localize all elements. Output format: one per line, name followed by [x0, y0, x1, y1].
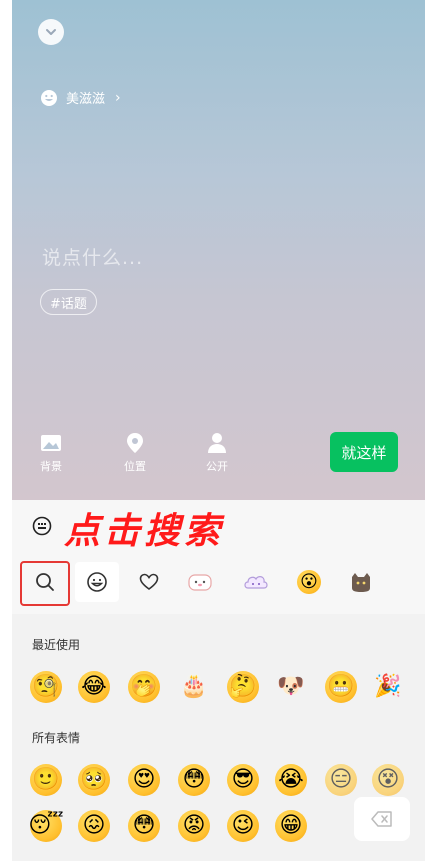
- sticker-cat-icon: [352, 573, 370, 592]
- post-text-input[interactable]: 说点什么...: [42, 243, 143, 270]
- mood-label: 美滋滋: [66, 92, 106, 107]
- heart-icon: [139, 573, 159, 590]
- backspace-icon: [371, 811, 392, 827]
- annotation-text: 点击搜索: [64, 511, 225, 552]
- emoji-all-10[interactable]: 😖: [78, 810, 110, 842]
- person-icon: [208, 433, 226, 453]
- visibility-button[interactable]: 公开: [206, 432, 228, 474]
- emoji-all-13[interactable]: 😉: [227, 810, 259, 842]
- emoji-all-8[interactable]: 😵: [372, 764, 404, 796]
- chevron-right-icon: ›: [115, 89, 121, 106]
- tab-sticker-emoji[interactable]: 😮: [287, 562, 331, 602]
- chevron-down-icon: [46, 29, 56, 35]
- location-pin-icon: [127, 433, 143, 453]
- tab-sticker-cloud[interactable]: [234, 562, 278, 602]
- image-icon: [41, 435, 61, 451]
- search-highlight-box: [20, 561, 70, 606]
- emoji-all-1[interactable]: 🙂: [30, 764, 62, 796]
- sticker-dog-icon: [188, 574, 212, 591]
- keyboard-icon[interactable]: [32, 516, 52, 536]
- emoji-recent-3[interactable]: 🤭: [128, 671, 160, 703]
- tab-sticker-dog[interactable]: [178, 562, 222, 602]
- tab-sticker-cat[interactable]: [339, 562, 383, 602]
- screen: 美滋滋 › 说点什么... #话题 背景 位置 公开 就这样 点击搜索 😮 最近…: [0, 0, 437, 861]
- location-button[interactable]: 位置: [124, 432, 146, 474]
- emoji-all-2[interactable]: 🥺: [78, 764, 110, 796]
- emoji-recent-8[interactable]: 🎉: [372, 671, 404, 703]
- background-label: 背景: [40, 460, 62, 473]
- tab-smileys[interactable]: [75, 562, 119, 602]
- recent-section-title: 最近使用: [32, 638, 81, 652]
- keyboard-switch-row: 点击搜索: [12, 500, 425, 552]
- emoji-all-7[interactable]: 😑: [325, 764, 357, 796]
- emoji-all-14[interactable]: 😁: [275, 810, 307, 842]
- emoji-tab-bar: 😮: [12, 552, 425, 614]
- delete-button[interactable]: [354, 797, 410, 841]
- all-section-title: 所有表情: [32, 731, 81, 745]
- smile-icon: [41, 89, 57, 106]
- emoji-all-4[interactable]: 😳: [178, 764, 210, 796]
- surprised-emoji-icon: 😮: [297, 570, 321, 594]
- emoji-all-11[interactable]: 😳: [128, 810, 160, 842]
- emoji-all-3[interactable]: 😍: [128, 764, 160, 796]
- emoji-all-5[interactable]: 😎: [227, 764, 259, 796]
- visibility-label: 公开: [206, 460, 228, 473]
- emoji-recent-2[interactable]: 😂: [78, 671, 110, 703]
- topic-tag-button[interactable]: #话题: [40, 289, 97, 315]
- emoji-recent-6[interactable]: 🐶: [275, 671, 307, 703]
- emoji-recent-5[interactable]: 🤔: [227, 671, 259, 703]
- post-composer: 美滋滋 › 说点什么... #话题 背景 位置 公开 就这样: [12, 0, 425, 500]
- location-label: 位置: [124, 460, 146, 473]
- emoji-all-6[interactable]: 😭: [275, 764, 307, 796]
- mood-selector[interactable]: 美滋滋 ›: [40, 88, 121, 107]
- background-button[interactable]: 背景: [40, 432, 62, 474]
- emoji-all-12[interactable]: 😡: [178, 810, 210, 842]
- emoji-all-9[interactable]: 😴: [28, 810, 64, 842]
- emoji-panel: 最近使用 🧐 😂 🤭 🎂 🤔 🐶 😬 🎉 所有表情 🙂 🥺 😍 😳 😎 😭 😑 …: [12, 614, 425, 861]
- sticker-cloud-icon: [244, 576, 268, 589]
- tab-favorites[interactable]: [127, 562, 171, 602]
- emoji-recent-1[interactable]: 🧐: [30, 671, 62, 703]
- collapse-button[interactable]: [38, 19, 64, 45]
- emoji-recent-7[interactable]: 😬: [325, 671, 357, 703]
- emoji-recent-4[interactable]: 🎂: [178, 671, 210, 703]
- publish-button[interactable]: 就这样: [330, 432, 398, 472]
- smiley-icon: [87, 572, 107, 592]
